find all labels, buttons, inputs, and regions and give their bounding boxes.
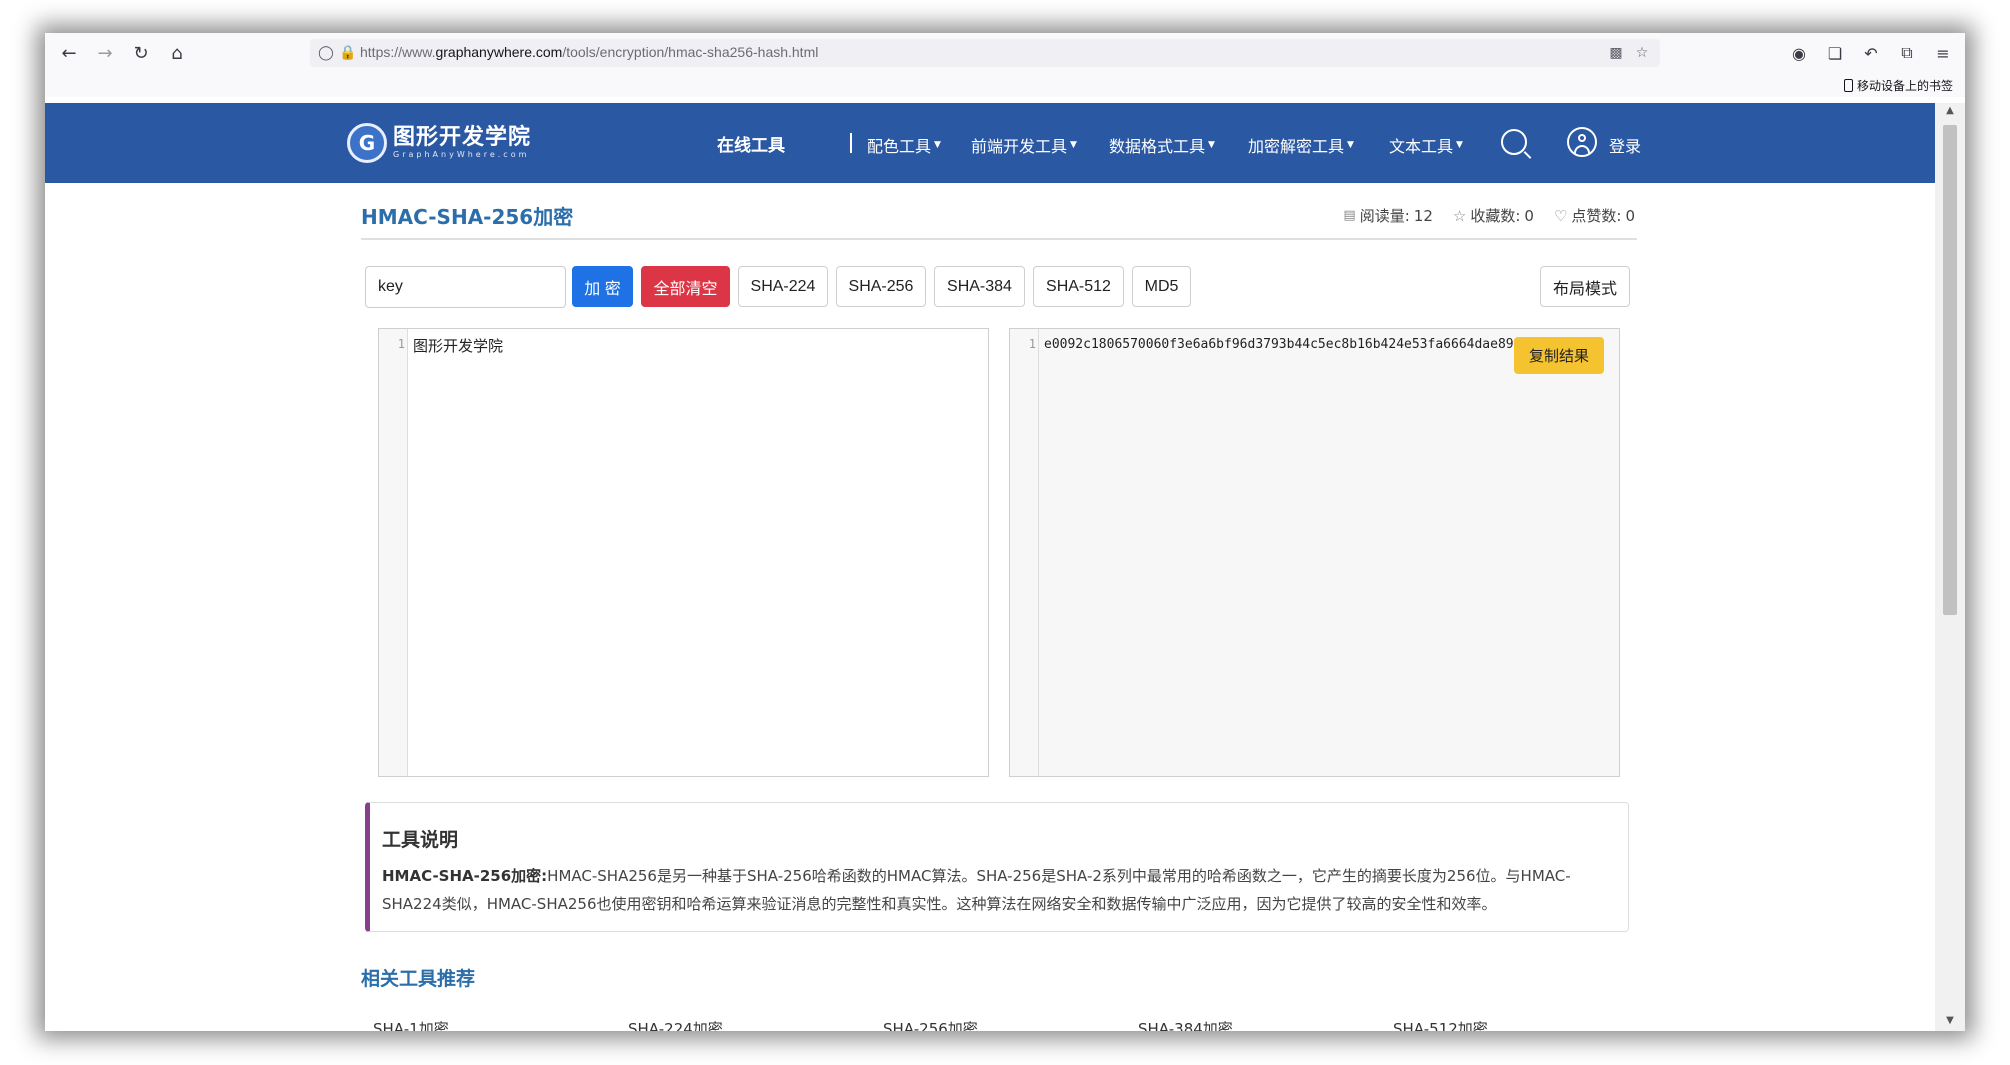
- related-sha384-link[interactable]: SHA-384加密: [1138, 1018, 1233, 1031]
- nav-data-format-tools[interactable]: 数据格式工具 ▼: [1109, 133, 1215, 157]
- logo-g-icon: G: [347, 123, 387, 163]
- read-count-label: 阅读量:: [1359, 207, 1410, 225]
- layout-mode-button[interactable]: 布局模式: [1540, 266, 1630, 307]
- output-editor[interactable]: 1 e0092c1806570060f3e6a6bf96d3793b44c5ec…: [1009, 328, 1620, 777]
- phone-icon: [1843, 79, 1853, 92]
- book-icon: ▤: [1343, 208, 1356, 223]
- caret-down-icon: ▼: [1070, 140, 1077, 150]
- menu-icon[interactable]: ≡: [1931, 41, 1955, 65]
- copy-result-button[interactable]: 复制结果: [1514, 337, 1604, 374]
- related-sha256-link[interactable]: SHA-256加密: [883, 1018, 978, 1031]
- caret-down-icon: ▼: [1347, 140, 1354, 150]
- sha256-button[interactable]: SHA-256: [836, 266, 926, 307]
- input-text[interactable]: 图形开发学院: [413, 335, 503, 356]
- login-link[interactable]: 登录: [1609, 133, 1641, 157]
- description-title: 工具说明: [382, 829, 459, 851]
- site-logo[interactable]: G 图形开发学院 GraphAnyWhere.com: [347, 123, 531, 163]
- url-host: graphanywhere.com: [435, 44, 563, 60]
- description-label: HMAC-SHA-256加密:: [382, 867, 548, 885]
- clear-all-button[interactable]: 全部清空: [641, 266, 730, 307]
- logo-sub-text: GraphAnyWhere.com: [393, 150, 530, 159]
- mobile-bookmarks-label: 移动设备上的书签: [1856, 79, 1953, 93]
- md5-button[interactable]: MD5: [1132, 266, 1191, 307]
- crop-screenshot-icon[interactable]: ❏: [1823, 41, 1847, 65]
- output-hash-text[interactable]: e0092c1806570060f3e6a6bf96d3793b44c5ec8b…: [1044, 337, 1545, 352]
- site-header: G 图形开发学院 GraphAnyWhere.com 在线工具 配色工具 ▼ 前端…: [45, 103, 1935, 183]
- nav-label: 数据格式工具: [1109, 137, 1206, 156]
- caret-down-icon: ▼: [934, 140, 941, 150]
- undo-icon[interactable]: ↶: [1859, 41, 1883, 65]
- qr-code-icon[interactable]: ▩: [1606, 43, 1626, 63]
- search-icon[interactable]: [1501, 129, 1527, 155]
- url-text[interactable]: https://www.graphanywhere.com/tools/encr…: [360, 44, 818, 60]
- url-prefix: https://www.: [360, 44, 436, 60]
- favorite-count-value: 0: [1524, 206, 1534, 225]
- favorite-count[interactable]: ☆ 收藏数: 0: [1453, 205, 1534, 226]
- logo-main-text: 图形开发学院: [393, 125, 532, 150]
- user-icon[interactable]: [1567, 127, 1597, 157]
- nav-frontend-tools[interactable]: 前端开发工具 ▼: [971, 133, 1077, 157]
- favorite-count-label: 收藏数:: [1470, 207, 1521, 225]
- scroll-down-icon[interactable]: ▼: [1943, 1015, 1957, 1029]
- related-sha512-link[interactable]: SHA-512加密: [1393, 1018, 1488, 1031]
- nav-text-tools[interactable]: 文本工具 ▼: [1389, 133, 1463, 157]
- bookmarks-bar: 移动设备上的书签: [45, 73, 1965, 97]
- nav-separator: [850, 133, 852, 153]
- heart-icon: ♡: [1553, 206, 1568, 225]
- browser-window: ← → ↻ ⌂ ◯ 🔒 https://www.graphanywhere.co…: [45, 33, 1965, 1031]
- nav-color-tools[interactable]: 配色工具 ▼: [867, 133, 941, 157]
- like-count-value: 0: [1625, 206, 1635, 225]
- like-count[interactable]: ♡ 点赞数: 0: [1554, 205, 1635, 226]
- address-bar[interactable]: ◯ 🔒 https://www.graphanywhere.com/tools/…: [310, 39, 1660, 67]
- line-number-gutter: 1: [1010, 329, 1039, 776]
- key-input[interactable]: [365, 266, 566, 308]
- star-bookmark-icon[interactable]: ☆: [1632, 43, 1652, 63]
- tool-description: 工具说明 HMAC-SHA-256加密:HMAC-SHA256是另一种基于SHA…: [365, 802, 1629, 932]
- read-count-value: 12: [1413, 206, 1433, 225]
- description-body: HMAC-SHA-256加密:HMAC-SHA256是另一种基于SHA-256哈…: [382, 862, 1622, 918]
- forward-arrow-icon[interactable]: →: [93, 41, 117, 65]
- back-arrow-icon[interactable]: ←: [57, 41, 81, 65]
- line-number-gutter: 1: [379, 329, 408, 776]
- related-sha224-link[interactable]: SHA-224加密: [628, 1018, 723, 1031]
- nav-encryption-tools[interactable]: 加密解密工具 ▼: [1248, 133, 1354, 157]
- line-number: 1: [1028, 337, 1036, 351]
- nav-label: 前端开发工具: [971, 137, 1068, 156]
- sha512-button[interactable]: SHA-512: [1033, 266, 1124, 307]
- extensions-icon[interactable]: ⧉: [1895, 41, 1919, 65]
- scroll-up-icon[interactable]: ▲: [1943, 105, 1957, 119]
- nav-label: 加密解密工具: [1248, 137, 1345, 156]
- encrypt-button[interactable]: 加 密: [572, 266, 633, 307]
- star-icon: ☆: [1452, 206, 1467, 225]
- input-editor[interactable]: 1 图形开发学院: [378, 328, 989, 777]
- mobile-bookmarks[interactable]: 移动设备上的书签: [1843, 77, 1953, 94]
- account-icon[interactable]: ◉: [1787, 41, 1811, 65]
- related-sha1-link[interactable]: SHA-1加密: [373, 1018, 449, 1031]
- caret-down-icon: ▼: [1456, 140, 1463, 150]
- lock-icon[interactable]: 🔒: [338, 43, 358, 63]
- like-count-label: 点赞数:: [1571, 207, 1622, 225]
- home-icon[interactable]: ⌂: [165, 41, 189, 65]
- line-number: 1: [397, 337, 405, 351]
- shield-icon[interactable]: ◯: [316, 43, 336, 63]
- reload-icon[interactable]: ↻: [129, 41, 153, 65]
- page-stats: ▤ 阅读量: 12 ☆ 收藏数: 0 ♡ 点赞数: 0: [1343, 205, 1635, 226]
- description-text: HMAC-SHA256是另一种基于SHA-256哈希函数的HMAC算法。SHA-…: [382, 867, 1571, 913]
- read-count: ▤ 阅读量: 12: [1343, 205, 1432, 226]
- caret-down-icon: ▼: [1208, 140, 1215, 150]
- page-title: HMAC-SHA-256加密: [361, 205, 574, 229]
- nav-online-tools[interactable]: 在线工具: [717, 131, 785, 156]
- title-divider: [361, 238, 1637, 240]
- nav-label: 文本工具: [1389, 137, 1454, 156]
- page-scrollbar[interactable]: ▲ ▼: [1935, 103, 1965, 1031]
- sha224-button[interactable]: SHA-224: [738, 266, 828, 307]
- url-path: /tools/encryption/hmac-sha256-hash.html: [562, 44, 819, 60]
- sha384-button[interactable]: SHA-384: [934, 266, 1025, 307]
- nav-label: 配色工具: [867, 137, 932, 156]
- related-tools-title: 相关工具推荐: [361, 968, 476, 990]
- browser-toolbar: ← → ↻ ⌂ ◯ 🔒 https://www.graphanywhere.co…: [45, 33, 1965, 73]
- scroll-thumb[interactable]: [1943, 125, 1957, 615]
